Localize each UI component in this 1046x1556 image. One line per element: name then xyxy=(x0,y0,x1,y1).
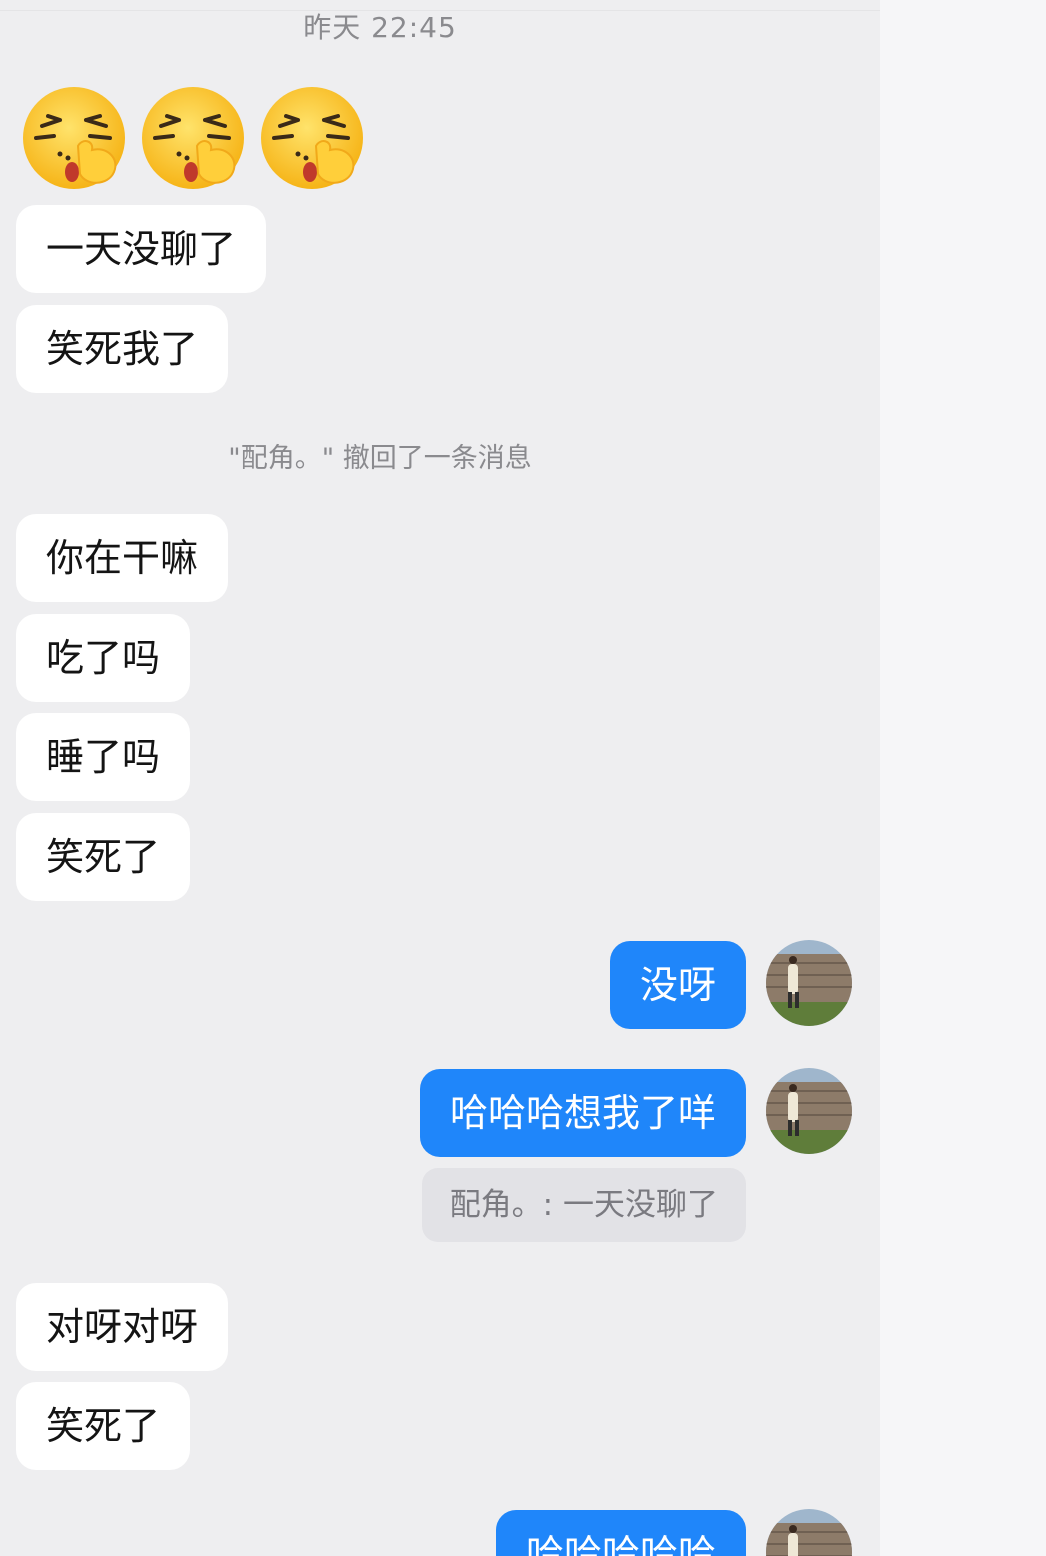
incoming-message[interactable]: 对呀对呀 xyxy=(16,1283,229,1371)
avatar[interactable] xyxy=(766,940,852,1026)
incoming-message[interactable]: 你在干嘛 xyxy=(16,514,229,602)
chat-area[interactable]: 昨天 22:45 一天没聊了 笑死我了 "配角。" 撤回了一条消息 你在干嘛 吃… xyxy=(0,0,880,1556)
quoted-reply[interactable]: 配角。: 一天没聊了 xyxy=(421,1168,746,1242)
incoming-message[interactable]: 笑死了 xyxy=(16,813,191,901)
outgoing-message[interactable]: 哈哈哈哈哈 xyxy=(495,1510,746,1556)
outgoing-message[interactable]: 没呀 xyxy=(609,941,746,1029)
message-timestamp: 昨天 22:45 xyxy=(303,11,457,44)
shush-face-emoji[interactable] xyxy=(139,86,247,190)
avatar[interactable] xyxy=(766,1068,852,1154)
incoming-message[interactable]: 笑死我了 xyxy=(16,305,229,393)
incoming-message[interactable]: 睡了吗 xyxy=(16,713,191,801)
recall-notice: "配角。" 撤回了一条消息 xyxy=(228,443,532,474)
incoming-message[interactable]: 笑死了 xyxy=(16,1382,191,1470)
incoming-message[interactable]: 吃了吗 xyxy=(16,614,191,702)
shush-face-emoji[interactable] xyxy=(258,86,366,190)
avatar[interactable] xyxy=(766,1509,852,1556)
outgoing-message[interactable]: 哈哈哈想我了咩 xyxy=(419,1069,746,1157)
right-blank-panel xyxy=(880,0,1046,1556)
shush-face-emoji[interactable] xyxy=(20,86,128,190)
incoming-message[interactable]: 一天没聊了 xyxy=(16,205,267,293)
